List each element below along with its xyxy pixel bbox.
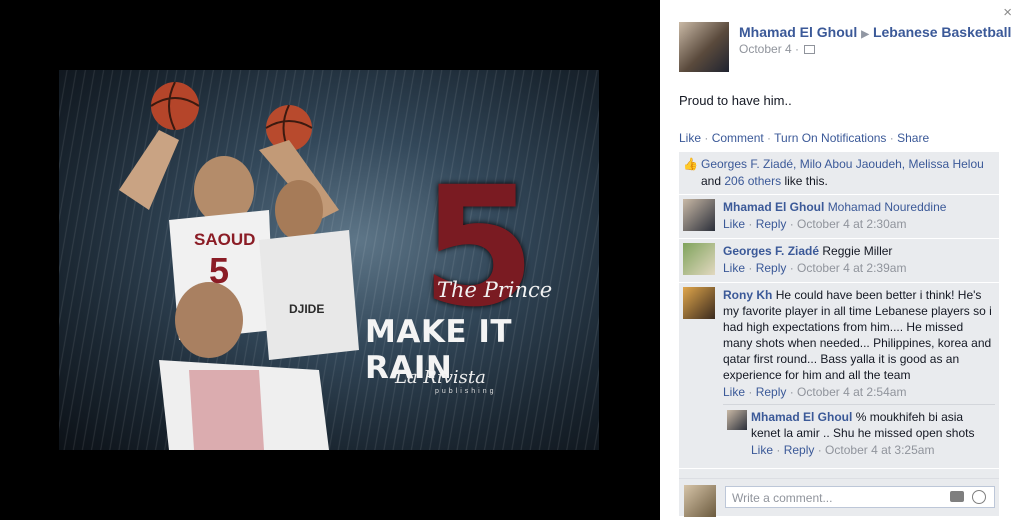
- comment-reply-button[interactable]: Reply: [756, 217, 787, 231]
- notifications-button[interactable]: Turn On Notifications: [774, 131, 886, 145]
- comments-panel: 👍 Georges F. Ziadé, Milo Abou Jaoudeh, M…: [679, 152, 999, 512]
- comment-time[interactable]: October 4 at 2:54am: [797, 385, 906, 399]
- post-date[interactable]: October 4: [739, 42, 792, 56]
- likes-and: and: [701, 174, 722, 188]
- share-button[interactable]: Share: [897, 131, 929, 145]
- comment-time[interactable]: October 4 at 2:39am: [797, 261, 906, 275]
- comment-footer: Like · Reply · October 4 at 2:30am: [723, 217, 907, 231]
- likes-summary: 👍 Georges F. Ziadé, Milo Abou Jaoudeh, M…: [679, 152, 999, 195]
- photo-subtitle: The Prince: [437, 278, 553, 302]
- comment-composer: Write a comment...: [679, 478, 999, 517]
- commenter-avatar[interactable]: [683, 287, 715, 319]
- reply-reply-button[interactable]: Reply: [784, 443, 815, 457]
- post-header: Mhamad El Ghoul ▶ Lebanese Basketball: [739, 24, 1011, 40]
- like-button[interactable]: Like: [679, 131, 701, 145]
- comment-author[interactable]: Georges F. Ziadé: [723, 244, 819, 258]
- viewer-avatar: [684, 485, 716, 517]
- comment-item: Mhamad El Ghoul Mohamad Noureddine Like …: [679, 195, 999, 239]
- comment-reply-button[interactable]: Reply: [756, 261, 787, 275]
- friends-icon[interactable]: [804, 45, 816, 54]
- target-page-link[interactable]: Lebanese Basketball: [873, 24, 1012, 40]
- comment-reply-button[interactable]: Reply: [756, 385, 787, 399]
- reply-avatar[interactable]: [727, 410, 747, 430]
- post-text: Proud to have him..: [679, 93, 792, 108]
- comment-input[interactable]: Write a comment...: [725, 486, 995, 508]
- sponsor-logo: DJIDE: [289, 302, 325, 316]
- post-photo[interactable]: SAOUD 5 DJIDE 5 The Prince MAKE IT RAIN …: [59, 70, 599, 450]
- comment-footer: Like · Reply · October 4 at 2:39am: [723, 261, 907, 275]
- brand-subtitle: publishing: [435, 388, 497, 395]
- comment-text[interactable]: Mohamad Noureddine: [828, 200, 947, 214]
- arrow-right-icon: ▶: [861, 29, 869, 40]
- brand-logo: La Rivista: [395, 367, 486, 388]
- likes-suffix: like this.: [784, 174, 828, 188]
- comment-button[interactable]: Comment: [712, 131, 764, 145]
- reply-footer: Like · Reply · October 4 at 3:25am: [751, 443, 935, 457]
- camera-icon[interactable]: [950, 491, 964, 502]
- author-link[interactable]: Mhamad El Ghoul: [739, 24, 857, 40]
- reply-time[interactable]: October 4 at 3:25am: [825, 443, 934, 457]
- comment-text: Reggie Miller: [822, 244, 893, 258]
- comment-like-button[interactable]: Like: [723, 261, 745, 275]
- big-number: 5: [421, 151, 536, 343]
- jersey-name: SAOUD: [194, 230, 256, 249]
- reply-item: Mhamad El Ghoul % moukhifeh bi asia kene…: [723, 404, 995, 462]
- post-sidebar: × Mhamad El Ghoul ▶ Lebanese Basketball Oc…: [660, 0, 1022, 520]
- comment-footer: Like · Reply · October 4 at 2:54am: [723, 385, 907, 399]
- comment-text: He could have been better i think! He's …: [723, 288, 992, 382]
- close-icon[interactable]: ×: [1003, 4, 1012, 21]
- emoji-icon[interactable]: [972, 490, 986, 504]
- comment-like-button[interactable]: Like: [723, 217, 745, 231]
- photo-stage: SAOUD 5 DJIDE 5 The Prince MAKE IT RAIN …: [0, 0, 660, 520]
- commenter-avatar[interactable]: [683, 199, 715, 231]
- likes-others-link[interactable]: 206 others: [724, 174, 781, 188]
- likers-names[interactable]: Georges F. Ziadé, Milo Abou Jaoudeh, Mel…: [701, 157, 984, 171]
- reply-like-button[interactable]: Like: [751, 443, 773, 457]
- author-avatar[interactable]: [679, 22, 729, 72]
- post-meta: October 4 ·: [739, 42, 816, 56]
- comment-item: Rony Kh He could have been better i thin…: [679, 283, 999, 469]
- post-actions: Like · Comment · Turn On Notifications ·…: [679, 131, 930, 145]
- commenter-avatar[interactable]: [683, 243, 715, 275]
- comment-item: Georges F. Ziadé Reggie Miller Like · Re…: [679, 239, 999, 283]
- thumbs-up-icon: 👍: [683, 157, 698, 171]
- comment-input-placeholder: Write a comment...: [732, 491, 833, 505]
- comment-time[interactable]: October 4 at 2:30am: [797, 217, 906, 231]
- comment-author[interactable]: Mhamad El Ghoul: [723, 200, 824, 214]
- comment-author[interactable]: Rony Kh: [723, 288, 772, 302]
- reply-author[interactable]: Mhamad El Ghoul: [751, 410, 852, 424]
- jersey-number: 5: [209, 250, 230, 291]
- comment-like-button[interactable]: Like: [723, 385, 745, 399]
